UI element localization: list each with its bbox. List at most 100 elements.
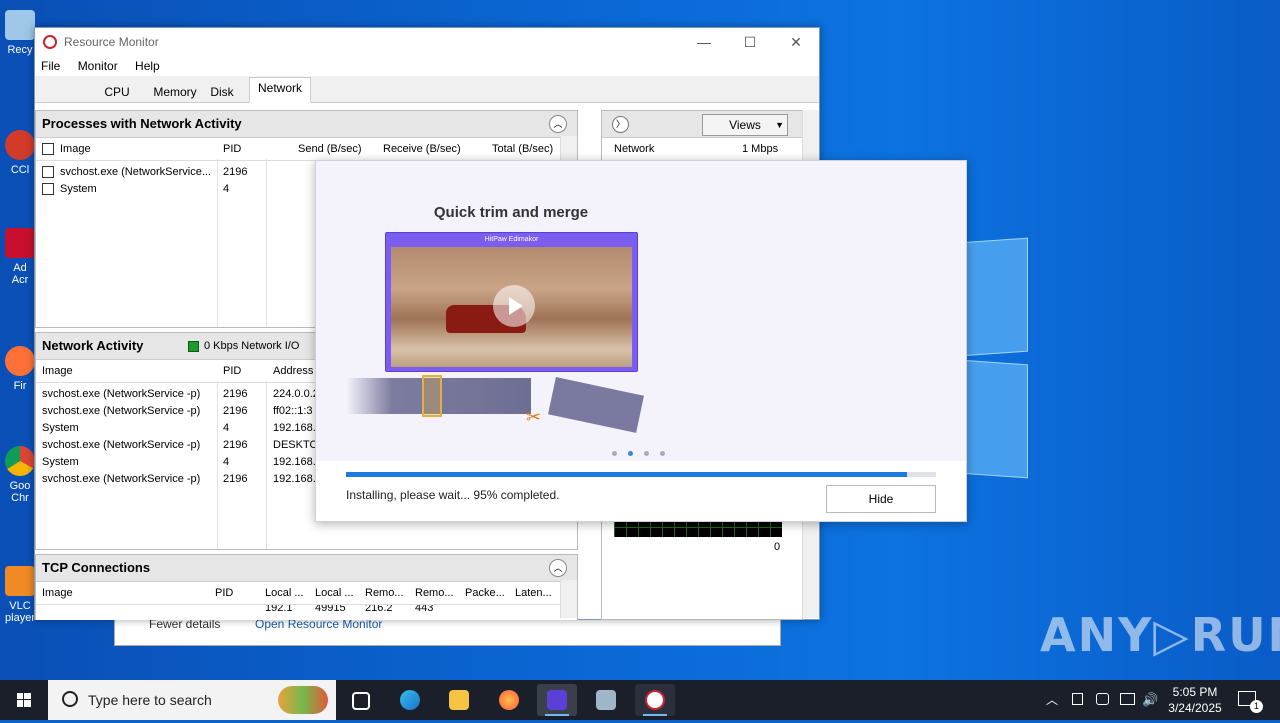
- clock-date: 3/24/2025: [1168, 701, 1222, 715]
- play-icon: [493, 285, 535, 327]
- anyrun-watermark: ANY▷RUN: [1040, 608, 1280, 662]
- col-image[interactable]: Image: [42, 138, 91, 160]
- col-pid[interactable]: PID: [215, 582, 233, 604]
- close-button[interactable]: ✕: [773, 28, 819, 56]
- network-pid: 2196: [223, 405, 248, 417]
- resource-monitor-icon: [43, 35, 57, 49]
- network-image: svchost.exe (NetworkService -p): [42, 439, 201, 451]
- table-row[interactable]: 192.1 49915 216.2 443: [36, 605, 577, 615]
- resource-monitor-button[interactable]: [635, 684, 675, 716]
- slide-dot[interactable]: [644, 451, 649, 456]
- slide-title: Quick trim and merge: [433, 204, 589, 221]
- preview-app-header: HitPaw Edimakor: [484, 236, 539, 243]
- film-strip-cut: [548, 377, 644, 433]
- vlc-icon: [5, 566, 35, 596]
- firefox-icon: [5, 346, 35, 376]
- file-explorer-button[interactable]: [439, 684, 479, 716]
- col-image[interactable]: Image: [42, 360, 73, 382]
- clock[interactable]: 5:05 PM 3/24/2025: [1160, 684, 1230, 716]
- network-io-indicator: [188, 341, 199, 352]
- network-pid: 2196: [223, 388, 248, 400]
- menu-monitor[interactable]: Monitor: [78, 59, 118, 73]
- col-pid[interactable]: PID: [223, 138, 241, 160]
- show-hidden-icons[interactable]: ︿: [1046, 680, 1058, 720]
- search-placeholder: Type here to search: [88, 692, 212, 708]
- slide-indicator: [612, 445, 676, 459]
- security-icon[interactable]: [1096, 693, 1109, 705]
- chevron-down-icon: ▼: [775, 120, 784, 130]
- collapse-tcp-icon[interactable]: ︿: [549, 559, 567, 577]
- network-tray-icon[interactable]: [1120, 693, 1135, 705]
- volume-icon[interactable]: 🔊: [1142, 680, 1158, 720]
- col-send[interactable]: Send (B/sec): [298, 138, 362, 160]
- network-image: svchost.exe (NetworkService -p): [42, 405, 201, 417]
- task-view-icon: [352, 692, 370, 710]
- firefox-button[interactable]: [489, 684, 529, 716]
- expand-pane-icon[interactable]: 〉: [612, 116, 629, 133]
- network-graph-min: 0: [774, 541, 781, 553]
- col-packet-loss[interactable]: Packe...: [465, 582, 505, 604]
- tab-disk[interactable]: Disk: [205, 81, 239, 103]
- col-remote-address[interactable]: Remo...: [365, 582, 404, 604]
- device-icon[interactable]: [1072, 693, 1083, 705]
- process-pid: 4: [223, 183, 230, 195]
- slide-dot[interactable]: [612, 451, 617, 456]
- col-latency[interactable]: Laten...: [515, 582, 552, 604]
- menu-file[interactable]: File: [41, 59, 60, 73]
- views-label: Views: [729, 118, 761, 132]
- maximize-button[interactable]: ☐: [727, 28, 773, 56]
- slide-dot[interactable]: [660, 451, 665, 456]
- network-pid: 4: [223, 456, 230, 468]
- windows-start-icon: [17, 693, 31, 707]
- title-bar[interactable]: Resource Monitor — ☐ ✕: [35, 28, 819, 56]
- views-dropdown[interactable]: Views ▼: [702, 114, 788, 136]
- col-address[interactable]: Address: [273, 360, 313, 382]
- processes-header[interactable]: Processes with Network Activity ︿: [36, 111, 577, 138]
- network-app-button[interactable]: [586, 684, 626, 716]
- ccleaner-icon: [5, 130, 35, 160]
- vlc-label: VLC player: [5, 600, 35, 624]
- network-address: 224.0.0.2: [273, 388, 319, 400]
- start-button[interactable]: [0, 680, 48, 720]
- select-all-checkbox[interactable]: [42, 143, 54, 156]
- col-receive[interactable]: Receive (B/sec): [383, 138, 461, 160]
- row-checkbox[interactable]: [42, 183, 54, 196]
- col-local-port[interactable]: Local ...: [315, 582, 354, 604]
- tab-memory[interactable]: Memory: [147, 81, 203, 103]
- network-image: svchost.exe (NetworkService -p): [42, 473, 201, 485]
- col-image[interactable]: Image: [42, 582, 73, 604]
- task-view-button[interactable]: [340, 684, 380, 716]
- taskbar: Type here to search ︿ 🔊 5:05 PM 3/24/202…: [0, 680, 1280, 720]
- tcp-title: TCP Connections: [42, 560, 151, 575]
- col-pid[interactable]: PID: [223, 360, 241, 382]
- menu-bar: File Monitor Help: [35, 56, 819, 76]
- network-pid: 4: [223, 422, 230, 434]
- hide-button[interactable]: Hide: [826, 485, 936, 513]
- col-local-address[interactable]: Local ...: [265, 582, 304, 604]
- processes-title: Processes with Network Activity: [42, 116, 242, 131]
- col-remote-port[interactable]: Remo...: [415, 582, 454, 604]
- process-image: System: [60, 183, 97, 195]
- tab-network[interactable]: Network: [249, 77, 311, 103]
- edimakor-button[interactable]: [537, 684, 577, 716]
- installer-dialog: Quick trim and merge HitPaw Edimakor ✂ I…: [315, 160, 967, 522]
- collapse-processes-icon[interactable]: ︿: [549, 115, 567, 133]
- progress-bar: [346, 472, 936, 477]
- row-checkbox[interactable]: [42, 166, 54, 179]
- menu-help[interactable]: Help: [135, 59, 160, 73]
- edge-button[interactable]: [390, 684, 430, 716]
- progress-fill: [346, 472, 907, 477]
- acrobat-icon: [5, 228, 35, 258]
- tab-cpu[interactable]: CPU: [95, 81, 139, 103]
- col-total[interactable]: Total (B/sec): [492, 138, 553, 160]
- network-pid: 2196: [223, 439, 248, 451]
- slide-dot[interactable]: [628, 451, 633, 456]
- tab-strip: CPU Memory Disk Network: [35, 76, 819, 103]
- taskbar-search[interactable]: Type here to search: [48, 680, 336, 720]
- firefox-label: Fir: [13, 380, 27, 392]
- tcp-scrollbar[interactable]: [560, 580, 577, 618]
- acrobat-label: Ad Acr: [11, 262, 29, 286]
- minimize-button[interactable]: —: [681, 28, 727, 56]
- folder-icon: [449, 690, 469, 710]
- tcp-header[interactable]: TCP Connections ︿: [36, 555, 577, 582]
